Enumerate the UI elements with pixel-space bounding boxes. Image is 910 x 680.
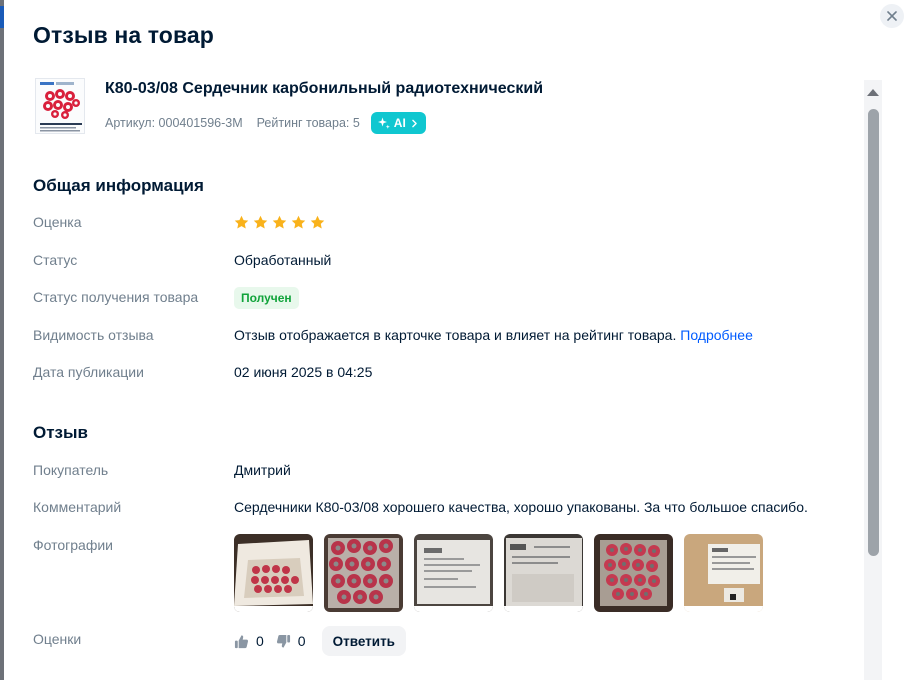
comment-value: Сердечники К80-03/08 хорошего качества, … xyxy=(234,499,808,515)
thumbs-up-icon xyxy=(234,634,249,648)
buyer-label: Покупатель xyxy=(33,462,109,478)
close-button[interactable] xyxy=(880,4,904,28)
chevron-right-icon xyxy=(412,119,417,127)
review-photo[interactable] xyxy=(414,534,493,612)
review-photo[interactable] xyxy=(324,534,403,612)
status-value: Обработанный xyxy=(234,252,332,268)
modal-title: Отзыв на товар xyxy=(33,22,214,48)
star-icon xyxy=(272,215,287,229)
review-photo[interactable] xyxy=(234,534,313,612)
thumbs-down-icon xyxy=(276,634,290,648)
comment-row: Комментарий Сердечники К80-03/08 хорошег… xyxy=(33,499,853,521)
ai-badge-label: AI xyxy=(393,116,406,130)
receipt-status-label: Статус получения товара xyxy=(33,289,199,305)
visibility-row: Видимость отзыва Отзыв отображается в ка… xyxy=(33,327,853,349)
buyer-value: Дмитрий xyxy=(234,462,291,478)
product-rating: Рейтинг товара: 5 xyxy=(256,116,360,130)
rating-stars xyxy=(234,214,325,230)
star-icon xyxy=(291,215,306,229)
modal-content: К80-03/08 Сердечник карбонильный радиоте… xyxy=(4,70,880,680)
rating-row: Оценка xyxy=(33,214,853,236)
scrollbar-thumb[interactable] xyxy=(868,109,879,556)
dislike-count: 0 xyxy=(297,633,306,649)
receipt-status-row: Статус получения товара Получен xyxy=(33,287,853,311)
star-icon xyxy=(310,215,325,229)
receipt-status-badge: Получен xyxy=(234,287,299,309)
status-row: Статус Обработанный xyxy=(33,252,853,274)
general-info-heading: Общая информация xyxy=(33,176,204,195)
review-photo[interactable] xyxy=(684,534,763,612)
ratings-row: Оценки xyxy=(33,631,853,653)
photos-label: Фотографии xyxy=(33,537,114,553)
like-count: 0 xyxy=(256,633,264,649)
review-ratings: 0 0 Ответить xyxy=(234,626,406,656)
buyer-row: Покупатель Дмитрий xyxy=(33,462,853,484)
review-photo[interactable] xyxy=(504,534,583,612)
visibility-label: Видимость отзыва xyxy=(33,327,154,343)
more-info-link[interactable]: Подробнее xyxy=(680,327,753,343)
product-image[interactable] xyxy=(35,78,85,134)
review-heading: Отзыв xyxy=(33,423,88,442)
triangle-up-icon xyxy=(867,89,879,96)
publish-date-row: Дата публикации 02 июня 2025 в 04:25 xyxy=(33,364,853,386)
ai-badge-button[interactable]: AI xyxy=(370,112,426,134)
star-icon xyxy=(253,215,268,229)
visibility-value: Отзыв отображается в карточке товара и в… xyxy=(234,327,677,343)
sparkle-icon xyxy=(377,117,390,129)
rating-label: Оценка xyxy=(33,214,82,230)
status-label: Статус xyxy=(33,252,78,268)
reply-button[interactable]: Ответить xyxy=(321,626,406,656)
ratings-label: Оценки xyxy=(33,631,82,647)
star-icon xyxy=(234,215,249,229)
product-name[interactable]: К80-03/08 Сердечник карбонильный радиоте… xyxy=(105,80,543,98)
publish-date-label: Дата публикации xyxy=(33,364,144,380)
like-button[interactable]: 0 xyxy=(234,633,264,649)
review-modal: Отзыв на товар К80-03/08 Сердечник карбо… xyxy=(4,0,910,680)
product-article: Артикул: 000401596-3M xyxy=(105,116,243,130)
product-card: К80-03/08 Сердечник карбонильный радиоте… xyxy=(35,78,835,138)
publish-date-value: 02 июня 2025 в 04:25 xyxy=(234,364,373,380)
scroll-up-button[interactable] xyxy=(864,88,882,102)
dislike-button[interactable]: 0 xyxy=(276,633,306,649)
review-photo[interactable] xyxy=(594,534,673,612)
comment-label: Комментарий xyxy=(33,499,122,515)
close-icon xyxy=(887,11,897,21)
product-meta: Артикул: 000401596-3M Рейтинг товара: 5 … xyxy=(105,112,426,134)
photo-gallery xyxy=(234,534,763,612)
